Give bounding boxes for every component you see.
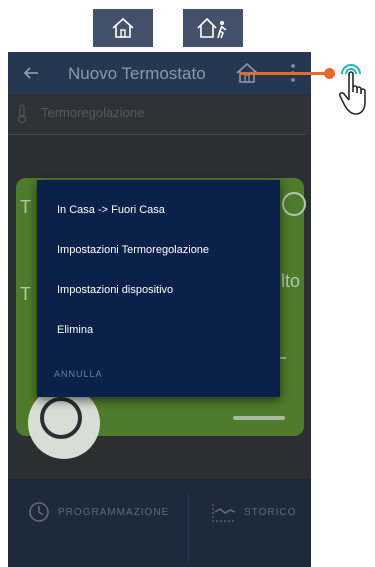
card-label-fragment: T bbox=[20, 197, 31, 217]
card-text-fragment: lto bbox=[281, 271, 301, 291]
dial-ring bbox=[40, 397, 82, 439]
history-chart-icon bbox=[212, 504, 236, 522]
section-label: Termoregolazione bbox=[41, 105, 145, 120]
mode-home-badge bbox=[93, 9, 153, 47]
context-menu: In Casa -> Fuori Casa Impostazioni Termo… bbox=[37, 180, 280, 397]
card-slider-bar bbox=[233, 416, 285, 420]
clock-icon bbox=[29, 502, 49, 522]
page-title: Nuovo Termostato bbox=[68, 64, 206, 83]
pointer-dot bbox=[324, 68, 335, 79]
menu-item-delete[interactable]: Elimina bbox=[57, 324, 93, 336]
touch-hand-icon bbox=[336, 60, 372, 125]
nav-programming-label: PROGRAMMAZIONE bbox=[58, 506, 170, 518]
bottom-navigation bbox=[8, 479, 311, 567]
nav-history-label: STORICO bbox=[244, 506, 297, 518]
home-mode-button[interactable] bbox=[234, 60, 260, 91]
thermometer-icon bbox=[16, 104, 28, 129]
card-label-fragment: T bbox=[20, 284, 31, 304]
more-vert-icon[interactable] bbox=[288, 63, 298, 88]
menu-item-home-away[interactable]: In Casa -> Fuori Casa bbox=[57, 204, 165, 216]
home-away-icon bbox=[197, 17, 227, 39]
nav-divider bbox=[188, 492, 189, 562]
menu-item-device-settings[interactable]: Impostazioni dispositivo bbox=[57, 284, 173, 296]
pointer-line bbox=[240, 72, 330, 75]
cancel-button[interactable]: ANNULLA bbox=[54, 369, 103, 379]
nav-history[interactable]: STORICO bbox=[212, 501, 296, 523]
nav-programming[interactable]: PROGRAMMAZIONE bbox=[28, 501, 169, 523]
back-arrow-icon[interactable] bbox=[22, 64, 40, 87]
menu-item-thermoregulation-settings[interactable]: Impostazioni Termoregolazione bbox=[57, 244, 209, 256]
eye-icon[interactable] bbox=[282, 192, 306, 216]
mode-away-badge bbox=[183, 9, 243, 47]
home-icon bbox=[112, 17, 134, 38]
